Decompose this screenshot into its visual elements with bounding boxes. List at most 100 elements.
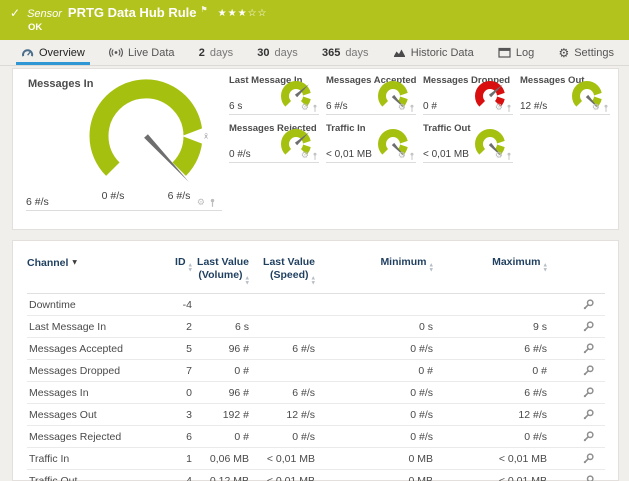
tab-live-data[interactable]: Live Data <box>104 40 179 65</box>
channel-name-cell[interactable]: Messages Rejected <box>27 426 147 448</box>
channel-settings-icon[interactable] <box>582 408 595 421</box>
channel-settings-icon[interactable] <box>582 298 595 311</box>
tab-365-days[interactable]: 365 days <box>317 40 374 65</box>
tab-historic-data[interactable]: Historic Data <box>388 40 479 65</box>
pin-icon[interactable] <box>505 152 513 161</box>
sensor-kind-label: Sensor <box>27 8 62 20</box>
broadcast-icon <box>109 47 123 58</box>
main-gauge-actions: ⚙ <box>197 198 217 208</box>
channel-actions-cell[interactable] <box>547 382 605 404</box>
tab-label: Log <box>516 47 534 59</box>
channel-row-messages-dropped[interactable]: Messages Dropped70 #0 #0 # <box>27 360 605 382</box>
channel-row-messages-accepted[interactable]: Messages Accepted596 #6 #/s0 #/s6 #/s <box>27 338 605 360</box>
pin-icon[interactable] <box>208 198 217 208</box>
tab-label: days <box>275 47 298 59</box>
gear-icon[interactable]: ⚙ <box>301 152 309 161</box>
pin-icon[interactable] <box>505 104 513 113</box>
channel-settings-icon[interactable] <box>582 342 595 355</box>
channel-settings-icon[interactable] <box>582 320 595 333</box>
channel-row-traffic-in[interactable]: Traffic In10,06 MB< 0,01 MB0 MB< 0,01 MB <box>27 448 605 470</box>
tab-settings[interactable]: ⚙ Settings <box>553 40 619 65</box>
channel-row-traffic-out[interactable]: Traffic Out40,12 MB< 0,01 MB0 MB< 0,01 M… <box>27 470 605 481</box>
column-header-id[interactable]: ID▲▼ <box>147 251 192 294</box>
channel-actions-cell[interactable] <box>547 470 605 481</box>
tab-number: 2 <box>199 47 205 59</box>
channel-actions-cell[interactable] <box>547 360 605 382</box>
id-cell: 3 <box>147 404 192 426</box>
sort-icon[interactable]: ▲▼ <box>312 277 315 286</box>
sensor-banner-line: ✓ Sensor PRTG Data Hub Rule ⚑ ★★★☆☆ <box>10 5 268 20</box>
channel-name-cell[interactable]: Downtime <box>27 294 147 316</box>
flag-icon[interactable]: ⚑ <box>201 5 208 14</box>
sort-icon[interactable]: ▲▼ <box>189 264 192 273</box>
tab-label: Historic Data <box>411 47 474 59</box>
gauge-actions: ⚙ <box>495 104 513 113</box>
check-icon: ✓ <box>10 6 20 20</box>
channel-name-cell[interactable]: Messages Accepted <box>27 338 147 360</box>
maximum-cell: 9 s <box>433 316 547 338</box>
column-header-channel[interactable]: Channel▼ <box>27 251 147 294</box>
channel-actions-cell[interactable] <box>547 426 605 448</box>
channel-actions-cell[interactable] <box>547 338 605 360</box>
channel-name-cell[interactable]: Messages In <box>27 382 147 404</box>
channel-row-messages-out[interactable]: Messages Out3192 #12 #/s0 #/s12 #/s <box>27 404 605 426</box>
pin-icon[interactable] <box>408 152 416 161</box>
tab-30-days[interactable]: 30 days <box>252 40 303 65</box>
channel-row-downtime[interactable]: Downtime-4 <box>27 294 605 316</box>
channel-name-cell[interactable]: Traffic In <box>27 448 147 470</box>
gauge <box>277 80 315 119</box>
channel-row-messages-rejected[interactable]: Messages Rejected60 #0 #/s0 #/s0 #/s <box>27 426 605 448</box>
channel-actions-cell[interactable] <box>547 316 605 338</box>
channel-row-messages-in[interactable]: Messages In096 #6 #/s0 #/s6 #/s <box>27 382 605 404</box>
column-header-last-value-volume[interactable]: Last Value(Volume)▲▼ <box>192 251 249 294</box>
gear-icon[interactable]: ⚙ <box>495 104 503 113</box>
minimum-cell: 0 MB <box>315 470 433 481</box>
maximum-cell: 6 #/s <box>433 338 547 360</box>
main-gauge: x̄ <box>76 74 216 205</box>
pin-icon[interactable] <box>408 104 416 113</box>
tab-bar: Overview Live Data 2 days 30 days 365 da… <box>0 40 629 66</box>
column-header-maximum[interactable]: Maximum▲▼ <box>433 251 547 294</box>
gauge-actions: ⚙ <box>592 104 610 113</box>
gear-icon[interactable]: ⚙ <box>301 104 309 113</box>
last-value-volume-cell: 0,12 MB <box>192 470 249 481</box>
tab-label: Live Data <box>128 47 174 59</box>
gear-icon[interactable]: ⚙ <box>197 199 205 208</box>
channels-table: Channel▼ID▲▼Last Value(Volume)▲▼Last Val… <box>27 251 605 481</box>
pin-icon[interactable] <box>311 104 319 113</box>
svg-text:x̄: x̄ <box>204 133 208 141</box>
channel-settings-icon[interactable] <box>582 364 595 377</box>
channel-name-cell[interactable]: Messages Dropped <box>27 360 147 382</box>
channel-name-cell[interactable]: Traffic Out <box>27 470 147 481</box>
gear-icon[interactable]: ⚙ <box>592 104 600 113</box>
star-rating[interactable]: ★★★☆☆ <box>218 8 268 19</box>
minimum-cell <box>315 294 433 316</box>
gauge-actions: ⚙ <box>495 152 513 161</box>
channel-settings-icon[interactable] <box>582 430 595 443</box>
pin-icon[interactable] <box>602 104 610 113</box>
tab-overview[interactable]: Overview <box>16 40 90 65</box>
channel-name-cell[interactable]: Last Message In <box>27 316 147 338</box>
gear-icon[interactable]: ⚙ <box>398 152 406 161</box>
tab-log[interactable]: Log <box>493 40 539 65</box>
gauge-actions: ⚙ <box>301 152 319 161</box>
channel-settings-icon[interactable] <box>582 452 595 465</box>
channel-actions-cell[interactable] <box>547 404 605 426</box>
pin-icon[interactable] <box>311 152 319 161</box>
channel-name-cell[interactable]: Messages Out <box>27 404 147 426</box>
sort-icon[interactable]: ▲▼ <box>430 264 433 273</box>
gear-icon[interactable]: ⚙ <box>398 104 406 113</box>
id-cell: 7 <box>147 360 192 382</box>
tab-2-days[interactable]: 2 days <box>194 40 238 65</box>
channel-row-last-message-in[interactable]: Last Message In26 s0 s9 s <box>27 316 605 338</box>
channel-actions-cell[interactable] <box>547 294 605 316</box>
channel-settings-icon[interactable] <box>582 474 595 481</box>
channel-settings-icon[interactable] <box>582 386 595 399</box>
gauge-actions: ⚙ <box>301 104 319 113</box>
gear-icon[interactable]: ⚙ <box>495 152 503 161</box>
column-header-last-value-speed[interactable]: Last Value(Speed)▲▼ <box>249 251 315 294</box>
channel-actions-cell[interactable] <box>547 448 605 470</box>
sort-icon[interactable]: ▲▼ <box>246 277 249 286</box>
sort-icon[interactable]: ▲▼ <box>544 264 547 273</box>
column-header-minimum[interactable]: Minimum▲▼ <box>315 251 433 294</box>
